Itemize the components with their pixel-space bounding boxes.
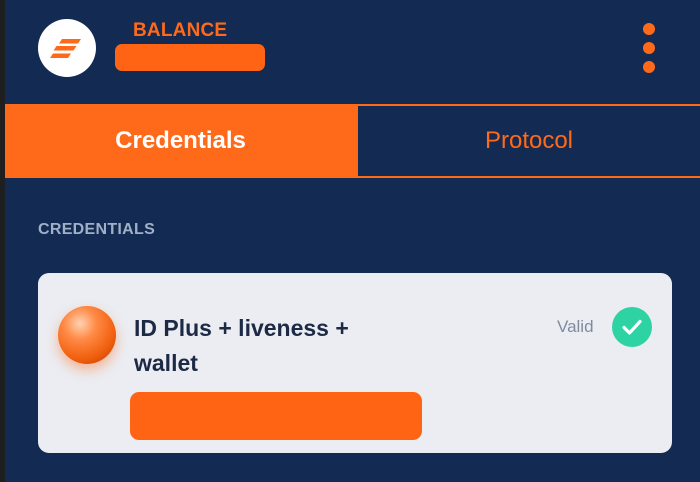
more-vertical-icon[interactable] — [635, 18, 663, 78]
menu-dot — [643, 61, 655, 73]
tab-credentials[interactable]: Credentials — [5, 106, 356, 176]
credential-orb-icon — [58, 306, 116, 364]
brand-logo-icon[interactable] — [38, 19, 96, 77]
tab-protocol[interactable]: Protocol — [356, 106, 700, 176]
credential-card[interactable]: ID Plus + liveness + wallet Valid — [38, 273, 672, 453]
status-text: Valid — [557, 317, 594, 336]
header: BALANCE — [5, 0, 700, 104]
credential-id-redacted — [130, 392, 422, 440]
menu-dot — [643, 23, 655, 35]
section-title: CREDENTIALS — [38, 221, 156, 238]
balance-value-redacted — [115, 44, 265, 71]
check-circle-icon — [612, 307, 652, 347]
balance-label: BALANCE — [133, 20, 228, 41]
tab-bar: Credentials Protocol — [5, 104, 700, 178]
credential-name: ID Plus + liveness + wallet — [134, 315, 349, 376]
menu-dot — [643, 42, 655, 54]
